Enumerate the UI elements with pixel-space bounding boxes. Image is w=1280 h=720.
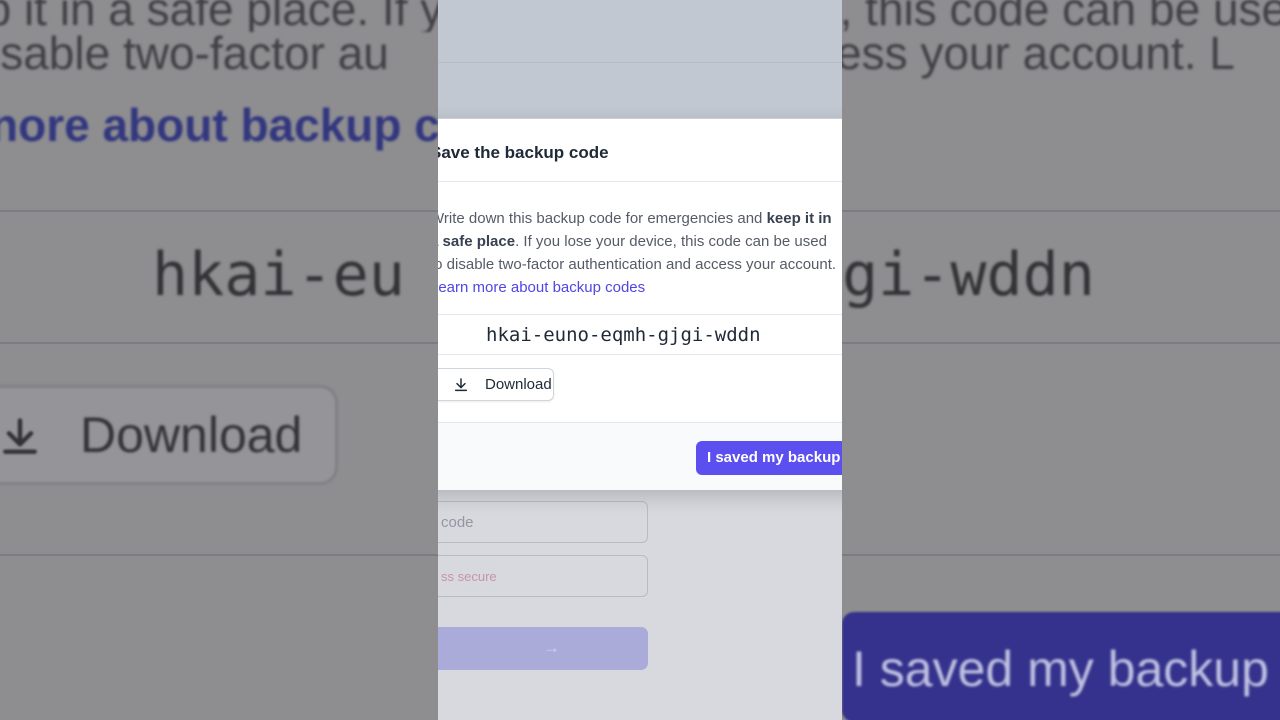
saved-backup-label: I saved my backup	[707, 449, 841, 466]
learn-more-link[interactable]: Learn more about backup codes	[438, 276, 842, 299]
modal-title: Save the backup code	[438, 143, 609, 162]
modal-header-divider	[438, 181, 842, 182]
modal-description: Write down this backup code for emergenc…	[438, 207, 842, 299]
backup-code-modal: Save the backup code Write down this bac…	[438, 119, 842, 490]
download-button[interactable]: Download	[438, 368, 554, 401]
modal-footer: I saved my backup	[438, 422, 842, 490]
saved-backup-button[interactable]: I saved my backup	[696, 441, 842, 475]
backup-code-box: hkai-euno-eqmh-gjgi-wddn	[438, 314, 842, 355]
backup-code: hkai-euno-eqmh-gjgi-wddn	[486, 324, 761, 346]
description-text-1: Write down this backup code for emergenc…	[438, 210, 767, 227]
download-label: Download	[485, 376, 552, 393]
download-icon	[454, 378, 468, 392]
phone-viewport: code ss secure → Save the backup code Wr…	[438, 0, 842, 720]
